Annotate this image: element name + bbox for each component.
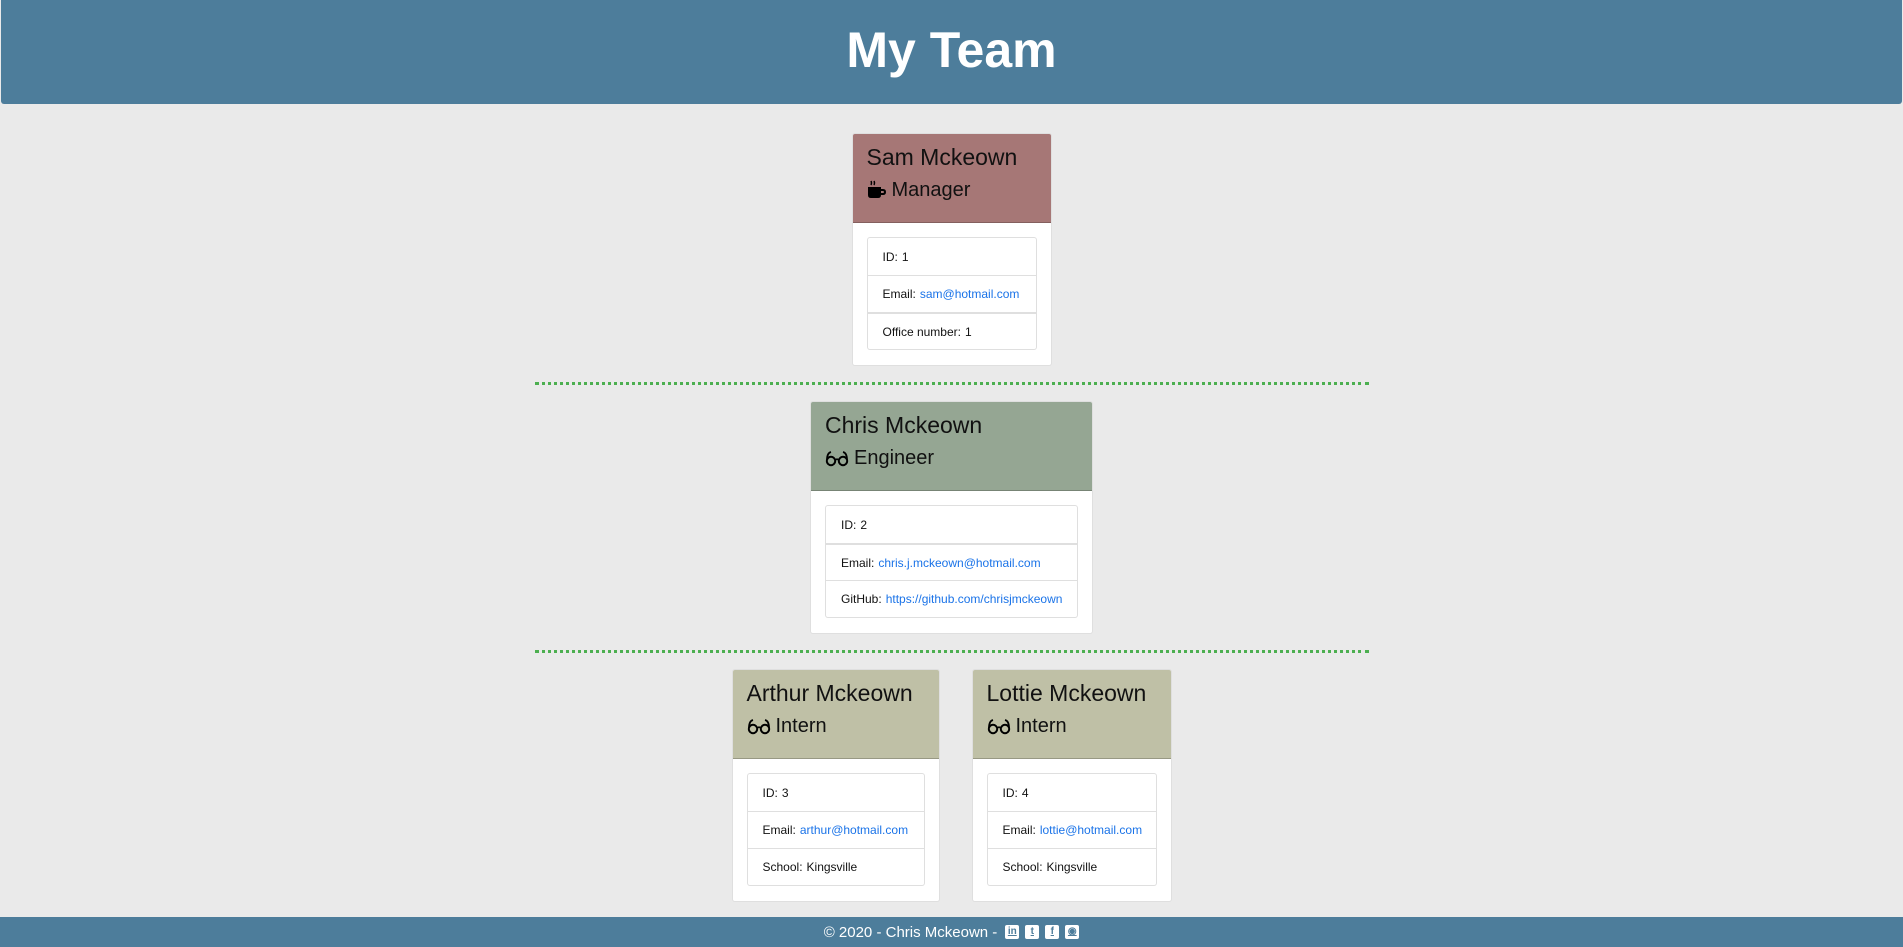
manager-row: Sam Mckeown Manager ID: 1 Email: sam@hot… [0,133,1903,366]
intern-card: Lottie Mckeown Intern ID: 4 Email: lotti… [971,669,1172,902]
email-item: Email: sam@hotmail.com [867,275,1036,312]
role-label: Manager [891,179,971,201]
info-list: ID: 4 Email: lottie@hotmail.com School: … [986,773,1157,886]
employee-role: Intern [987,713,1157,739]
engineer-card: Chris Mckeown Engineer ID: 2 Email: chri… [810,401,1093,634]
intern-card: Arthur Mckeown Intern ID: 3 Email: arthu… [731,669,940,902]
intern-row: Arthur Mckeown Intern ID: 3 Email: arthu… [0,669,1903,902]
id-value: 2 [860,517,868,532]
email-item: Email: arthur@hotmail.com [747,811,924,848]
school-label: School: [1002,860,1043,874]
footer-copyright: © 2020 - Chris Mckeown - [823,923,998,941]
github-icon[interactable]: ◉ [1065,925,1080,939]
email-label: Email: [841,555,875,570]
github-label: GitHub: [841,592,882,606]
card-header: Lottie Mckeown Intern [972,670,1171,759]
card-header: Chris Mckeown Engineer [811,402,1092,491]
id-value: 1 [901,249,909,264]
email-label: Email: [1002,823,1036,837]
school-label: School: [762,860,803,874]
info-list: ID: 2 Email: chris.j.mckeown@hotmail.com… [825,505,1078,618]
role-label: Intern [775,715,827,737]
school-value: Kingsville [806,860,858,874]
office-value: 1 [964,324,972,339]
email-label: Email: [882,287,916,301]
card-header: Sam Mckeown Manager [852,134,1051,223]
page-footer: © 2020 - Chris Mckeown - in t f ◉ [0,917,1903,947]
info-list: ID: 1 Email: sam@hotmail.com Office numb… [866,237,1037,350]
github-item: GitHub: https://github.com/chrisjmckeown [826,580,1077,617]
glasses-icon [987,717,1011,735]
section-divider [535,382,1369,385]
id-value: 4 [1021,785,1029,800]
card-body: ID: 2 Email: chris.j.mckeown@hotmail.com… [811,491,1092,632]
employee-name: Chris Mckeown [825,412,983,438]
id-value: 3 [781,785,789,800]
email-link[interactable]: arthur@hotmail.com [800,823,908,837]
page-title: My Team [846,22,1057,78]
card-body: ID: 1 Email: sam@hotmail.com Office numb… [853,223,1051,364]
glasses-icon [747,717,771,735]
id-item: ID: 2 [826,506,1077,543]
id-label: ID: [1002,785,1018,800]
role-label: Intern [1015,715,1067,737]
card-body: ID: 3 Email: arthur@hotmail.com School: … [733,759,939,900]
employee-name: Lottie Mckeown [986,680,1147,706]
info-list: ID: 3 Email: arthur@hotmail.com School: … [746,773,925,886]
email-item: Email: lottie@hotmail.com [987,811,1156,848]
page-header: My Team [1,0,1902,104]
school-item: School: Kingsville [987,848,1156,885]
card-header: Arthur Mckeown Intern [732,670,939,759]
engineer-row: Chris Mckeown Engineer ID: 2 Email: chri… [0,401,1903,634]
employee-name: Sam Mckeown [866,144,1018,170]
email-label: Email: [762,823,796,837]
manager-card: Sam Mckeown Manager ID: 1 Email: sam@hot… [851,133,1052,366]
id-label: ID: [882,249,898,264]
school-value: Kingsville [1046,860,1098,874]
coffee-icon [867,180,887,200]
linkedin-icon[interactable]: in [1005,925,1020,939]
email-link[interactable]: chris.j.mckeown@hotmail.com [878,556,1040,570]
role-label: Engineer [854,447,935,469]
email-link[interactable]: lottie@hotmail.com [1040,823,1142,837]
card-body: ID: 4 Email: lottie@hotmail.com School: … [973,759,1171,900]
employee-role: Manager [867,177,1037,203]
office-item: Office number: 1 [867,312,1036,349]
twitter-icon[interactable]: t [1025,925,1040,939]
id-item: ID: 3 [748,774,924,811]
github-link[interactable]: https://github.com/chrisjmckeown [886,592,1063,606]
email-item: Email: chris.j.mckeown@hotmail.com [826,543,1077,580]
email-link[interactable]: sam@hotmail.com [920,287,1020,301]
id-label: ID: [762,785,778,800]
employee-name: Arthur Mckeown [746,680,913,706]
id-item: ID: 1 [868,238,1036,275]
office-label: Office number: [882,324,961,339]
social-links: in t f ◉ [1005,925,1080,939]
employee-role: Intern [747,713,925,739]
glasses-icon [825,449,849,467]
facebook-icon[interactable]: f [1045,925,1060,939]
id-label: ID: [841,517,857,532]
employee-role: Engineer [825,445,1078,471]
id-item: ID: 4 [988,774,1156,811]
section-divider [535,650,1369,653]
school-item: School: Kingsville [747,848,924,885]
